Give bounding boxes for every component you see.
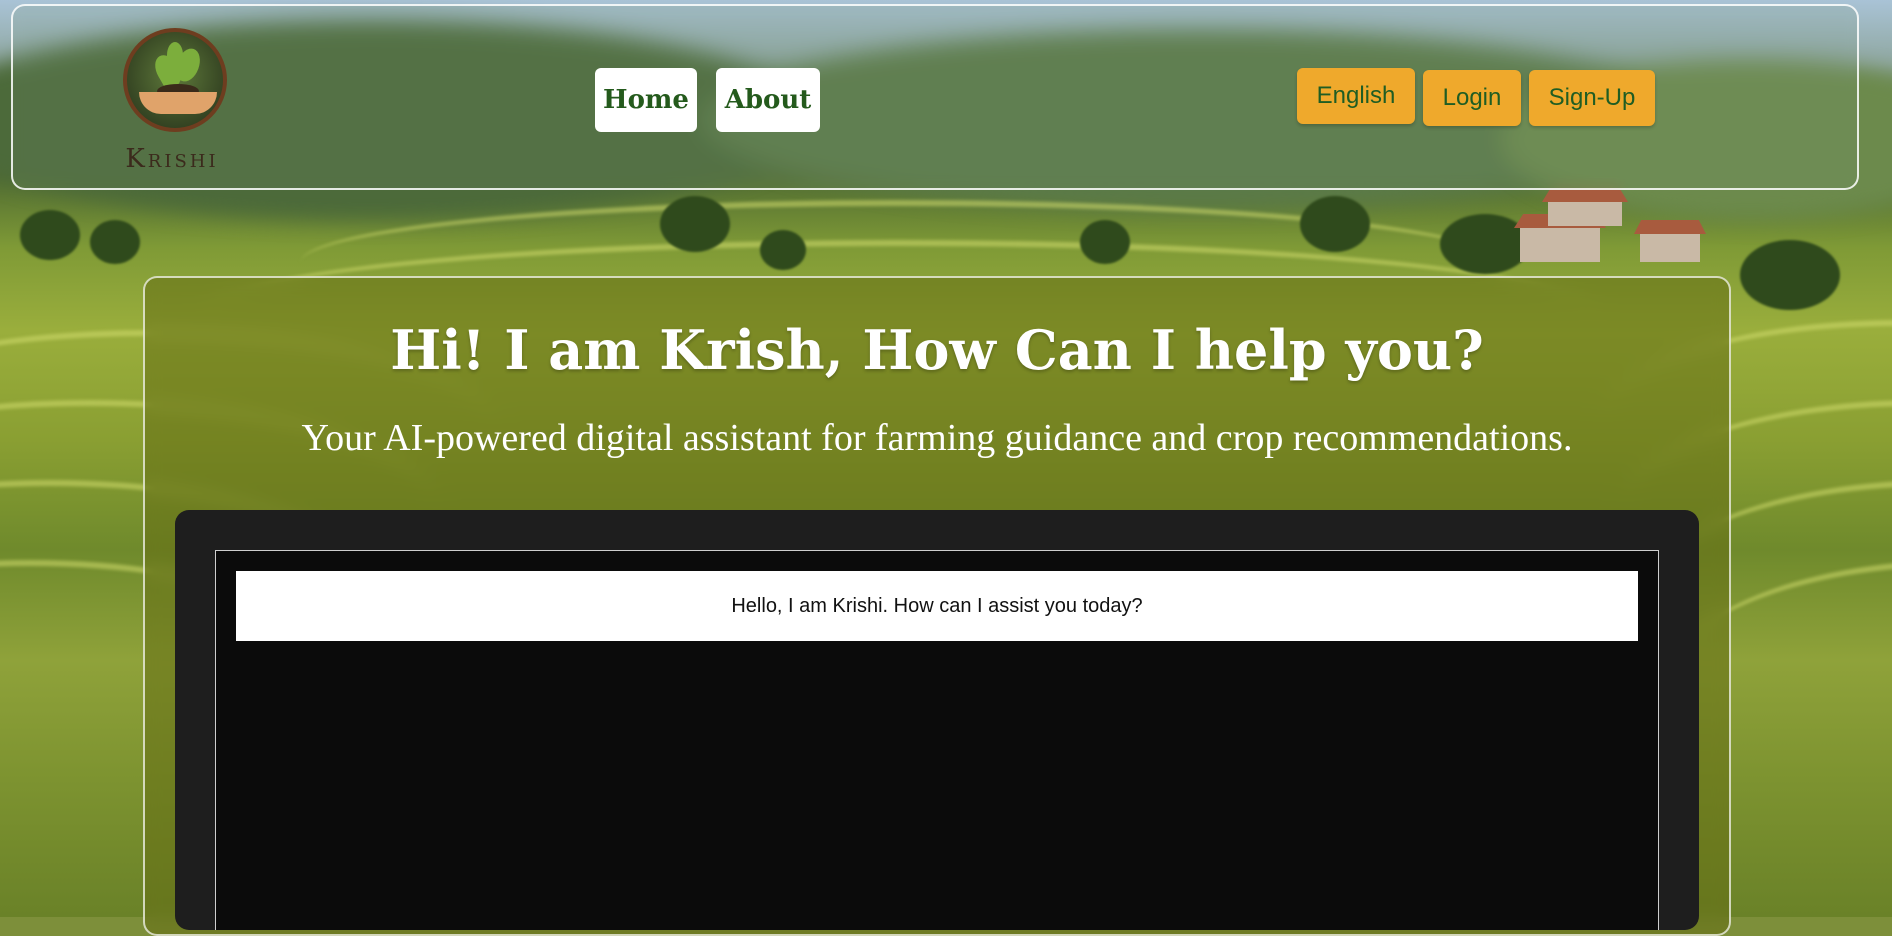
assistant-panel: Hi! I am Krish, How Can I help you? Your… bbox=[143, 276, 1731, 936]
login-button[interactable]: Login bbox=[1423, 70, 1521, 126]
logo-text: Krishi bbox=[125, 144, 219, 174]
chat-window[interactable]: Hello, I am Krishi. How can I assist you… bbox=[215, 550, 1659, 930]
chat-container: Hello, I am Krishi. How can I assist you… bbox=[175, 510, 1699, 930]
signup-button[interactable]: Sign-Up bbox=[1529, 70, 1655, 126]
nav-about-button[interactable]: About bbox=[716, 68, 820, 132]
logo-emblem bbox=[123, 28, 227, 132]
nav-home-button[interactable]: Home bbox=[595, 68, 697, 132]
language-button[interactable]: English bbox=[1297, 68, 1415, 124]
site-header: Krishi Home About English Login Sign-Up bbox=[11, 4, 1859, 190]
chat-message: Hello, I am Krishi. How can I assist you… bbox=[236, 571, 1638, 641]
page-title: Hi! I am Krish, How Can I help you? bbox=[390, 318, 1484, 382]
page-subtitle: Your AI-powered digital assistant for fa… bbox=[301, 417, 1573, 459]
krishi-logo[interactable]: Krishi bbox=[111, 24, 233, 184]
